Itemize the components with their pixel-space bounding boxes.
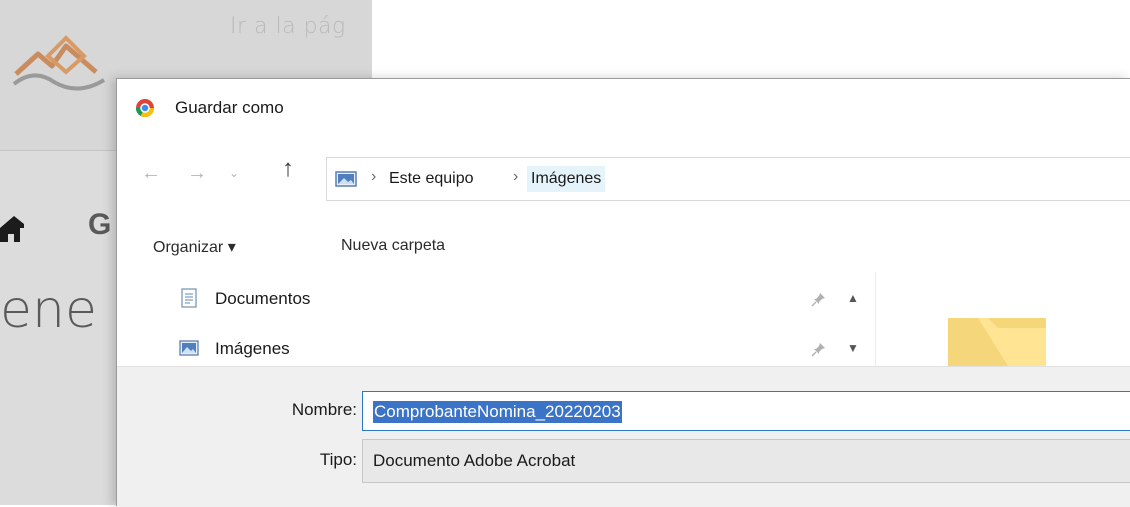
documents-icon bbox=[181, 288, 197, 308]
save-as-dialog: Guardar como ← → ⌄ ↑ › Este equipo › Imá… bbox=[116, 78, 1130, 507]
filename-value[interactable]: ComprobanteNomina_20220203 bbox=[373, 401, 622, 423]
back-button[interactable]: ← bbox=[141, 161, 161, 185]
filetype-label: Tipo: bbox=[319, 450, 357, 469]
up-button[interactable]: ↑ bbox=[282, 157, 294, 181]
dialog-toolbar: Organizar ▾ Nueva carpeta bbox=[117, 227, 1130, 271]
home-icon[interactable] bbox=[0, 208, 24, 248]
nav-pane-item-label: Documentos bbox=[215, 289, 311, 308]
pictures-icon bbox=[179, 340, 199, 356]
pictures-location-icon bbox=[335, 171, 357, 187]
folder-icon[interactable] bbox=[948, 318, 1046, 366]
address-bar[interactable]: › Este equipo › Imágenes bbox=[326, 157, 1130, 201]
site-logo-icon bbox=[12, 35, 106, 91]
breadcrumb-this-pc[interactable]: Este equipo bbox=[385, 166, 478, 192]
chrome-app-icon bbox=[136, 99, 154, 118]
dialog-title: Guardar como bbox=[175, 98, 284, 117]
forward-button[interactable]: → bbox=[187, 161, 207, 185]
filetype-select[interactable]: Documento Adobe Acrobat bbox=[362, 439, 1130, 483]
nav-pane-item-label: Imágenes bbox=[215, 339, 290, 358]
scroll-down-arrow-icon[interactable]: ▼ bbox=[847, 341, 859, 355]
breadcrumb-separator[interactable]: › bbox=[371, 168, 376, 186]
nav-letter: G bbox=[88, 208, 112, 241]
filetype-value: Documento Adobe Acrobat bbox=[373, 451, 576, 470]
pin-icon[interactable] bbox=[811, 341, 827, 357]
pin-icon[interactable] bbox=[811, 291, 827, 307]
filename-label: Nombre: bbox=[291, 400, 357, 419]
new-folder-button[interactable]: Nueva carpeta bbox=[341, 237, 445, 255]
dialog-titlebar[interactable]: Guardar como bbox=[117, 79, 1130, 137]
nav-pane-item-documents[interactable]: Documentos bbox=[177, 285, 857, 315]
navigation-row: ← → ⌄ ↑ › Este equipo › Imágenes bbox=[117, 151, 1130, 201]
save-options-panel: Nombre: ComprobanteNomina_20220203 Tipo:… bbox=[117, 366, 1130, 507]
breadcrumb-separator[interactable]: › bbox=[513, 168, 518, 186]
go-to-page-link[interactable]: Ir a la pág bbox=[230, 14, 346, 39]
nav-pane-item-pictures[interactable]: Imágenes bbox=[177, 335, 857, 365]
organize-button[interactable]: Organizar ▾ bbox=[153, 237, 236, 257]
filename-input[interactable]: ComprobanteNomina_20220203 bbox=[362, 391, 1130, 431]
scroll-up-arrow-icon[interactable]: ▲ bbox=[847, 291, 859, 305]
file-list-area[interactable] bbox=[875, 272, 1130, 366]
recent-locations-dropdown[interactable]: ⌄ bbox=[229, 161, 239, 185]
breadcrumb-pictures[interactable]: Imágenes bbox=[527, 166, 606, 192]
page-heading-fragment: ene bbox=[0, 280, 97, 340]
